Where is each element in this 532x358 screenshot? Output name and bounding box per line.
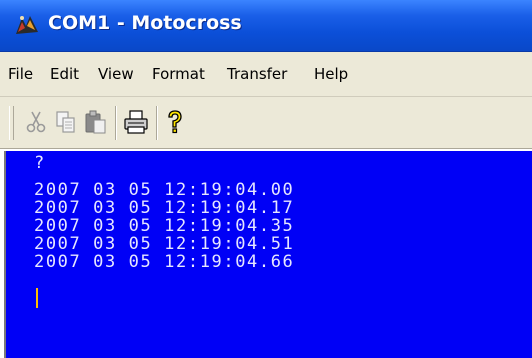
terminal-line: 2007 03 05 12:19:04.51: [34, 234, 295, 254]
terminal-line: 2007 03 05 12:19:04.17: [34, 198, 295, 218]
app-icon[interactable]: [14, 12, 40, 38]
menu-transfer[interactable]: Transfer: [227, 65, 287, 83]
menu-view[interactable]: View: [98, 65, 134, 83]
terminal-line: 2007 03 05 12:19:04.66: [34, 252, 295, 272]
help-icon[interactable]: [163, 109, 187, 135]
menu-edit[interactable]: Edit: [50, 65, 79, 83]
toolbar-separator: [156, 106, 158, 140]
menu-bar: File Edit View Format Transfer Help: [0, 52, 532, 97]
toolbar: [0, 97, 532, 149]
terminal-line: 2007 03 05 12:19:04.00: [34, 180, 295, 200]
terminal-line: ?: [34, 153, 46, 173]
terminal-output[interactable]: ? 2007 03 05 12:19:04.00 2007 03 05 12:1…: [4, 151, 532, 358]
text-cursor: [36, 288, 38, 308]
title-bar[interactable]: COM1 - Motocross: [0, 0, 532, 52]
paste-icon[interactable]: [84, 109, 108, 135]
print-icon[interactable]: [124, 109, 148, 135]
toolbar-separator: [115, 106, 117, 140]
menu-file[interactable]: File: [8, 65, 33, 83]
window-title: COM1 - Motocross: [48, 12, 242, 34]
terminal-line: 2007 03 05 12:19:04.35: [34, 216, 295, 236]
menu-format[interactable]: Format: [152, 65, 205, 83]
copy-icon[interactable]: [54, 109, 78, 135]
toolbar-grip[interactable]: [9, 106, 14, 140]
cut-icon[interactable]: [24, 109, 48, 135]
menu-help[interactable]: Help: [314, 65, 348, 83]
